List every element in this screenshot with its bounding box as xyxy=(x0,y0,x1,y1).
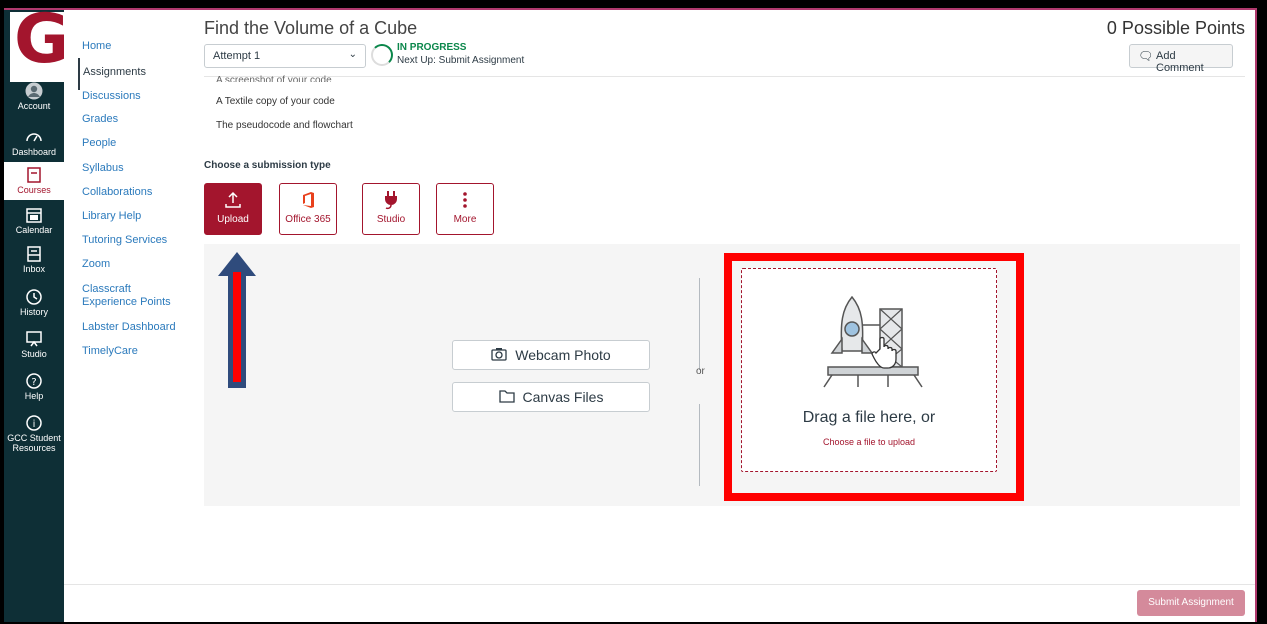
course-nav-timelycare[interactable]: TimelyCare xyxy=(82,345,202,358)
global-nav-label: Calendar xyxy=(15,225,53,235)
svg-text:?: ? xyxy=(31,377,36,388)
submit-assignment-button[interactable]: Submit Assignment xyxy=(1137,590,1245,616)
canvas-files-button[interactable]: Canvas Files xyxy=(452,382,650,412)
global-nav-label: History xyxy=(19,307,48,317)
comment-icon: 🗨 xyxy=(1138,49,1154,63)
info-icon: i xyxy=(25,414,43,432)
page-title: Find the Volume of a Cube xyxy=(204,18,418,38)
global-nav-history[interactable]: History xyxy=(4,288,64,317)
global-nav-calendar[interactable]: Calendar xyxy=(4,206,64,235)
submission-type-label: Studio xyxy=(376,214,406,225)
or-label: or xyxy=(696,366,705,377)
global-nav-label: Inbox xyxy=(22,264,46,274)
global-nav-studio[interactable]: Studio xyxy=(4,330,64,359)
requirement-item: A Textile copy of your code xyxy=(216,96,335,107)
upload-icon xyxy=(205,184,261,210)
submission-type-label: Office 365 xyxy=(285,214,331,225)
course-nav-discussions[interactable]: Discussions xyxy=(82,90,202,103)
submission-type-label: Choose a submission type xyxy=(204,160,331,171)
logo-letter: G xyxy=(14,8,70,79)
submission-type-office365[interactable]: Office 365 xyxy=(279,183,337,235)
gcc-logo[interactable]: G xyxy=(10,10,70,82)
chevron-down-icon: ⌄ xyxy=(348,49,357,60)
calendar-icon xyxy=(25,206,43,224)
annotation-highlight-box xyxy=(724,253,1024,501)
attempt-value: Attempt 1 xyxy=(213,50,261,62)
add-comment-label: Add Comment xyxy=(1156,50,1204,74)
add-comment-button[interactable]: 🗨 Add Comment xyxy=(1129,44,1233,74)
more-icon xyxy=(437,184,493,210)
attempt-select[interactable]: Attempt 1 ⌄ xyxy=(204,44,366,68)
inbox-icon xyxy=(25,245,43,263)
submission-type-more[interactable]: More xyxy=(436,183,494,235)
studio-icon xyxy=(25,330,43,348)
divider-vertical xyxy=(699,278,700,370)
svg-text:i: i xyxy=(33,419,36,430)
global-nav-label: Studio xyxy=(21,349,47,359)
app-window: G Account Dashboard Courses Calendar Inb… xyxy=(4,8,1257,622)
footer-divider xyxy=(64,584,1255,585)
global-nav-account[interactable]: Account xyxy=(4,82,64,111)
submission-type-upload[interactable]: Upload xyxy=(204,183,262,235)
global-nav-courses[interactable]: Courses xyxy=(4,162,64,200)
camera-icon xyxy=(491,342,507,370)
course-nav-grades[interactable]: Grades xyxy=(82,113,202,126)
global-nav: G Account Dashboard Courses Calendar Inb… xyxy=(4,10,70,622)
course-nav: Home Assignments Discussions Grades Peop… xyxy=(64,10,204,622)
global-nav-label: Help xyxy=(24,391,44,401)
progress-ring-icon xyxy=(371,44,393,66)
next-up-text: Next Up: Submit Assignment xyxy=(397,55,525,66)
possible-points: 0 Possible Points xyxy=(1106,18,1245,38)
course-nav-people[interactable]: People xyxy=(82,137,202,150)
course-nav-syllabus[interactable]: Syllabus xyxy=(82,162,202,175)
course-nav-classcraft[interactable]: Classcraft Experience Points xyxy=(82,283,174,309)
webcam-photo-label: Webcam Photo xyxy=(515,347,611,363)
upload-panel: Webcam Photo Canvas Files or Drag a file xyxy=(204,244,1240,506)
course-nav-collaborations[interactable]: Collaborations xyxy=(82,186,202,199)
studio-plug-icon xyxy=(363,184,419,210)
requirement-item: The pseudocode and flowchart xyxy=(216,120,353,131)
course-nav-zoom[interactable]: Zoom xyxy=(82,258,202,271)
course-nav-assignments[interactable]: Assignments xyxy=(78,58,198,90)
global-nav-label: Resources xyxy=(12,443,56,453)
requirement-clipped: A screenshot of your code xyxy=(216,75,332,82)
header-divider xyxy=(204,76,1245,77)
divider-vertical xyxy=(699,404,700,486)
global-nav-dashboard[interactable]: Dashboard xyxy=(4,128,64,157)
help-icon: ? xyxy=(25,372,43,390)
global-nav-student-resources[interactable]: i GCC Student Resources xyxy=(4,414,64,453)
global-nav-label: Dashboard xyxy=(11,147,57,157)
global-nav-label: Account xyxy=(17,101,51,111)
history-icon xyxy=(25,288,43,306)
course-nav-labster[interactable]: Labster Dashboard xyxy=(82,321,202,334)
webcam-photo-button[interactable]: Webcam Photo xyxy=(452,340,650,370)
course-nav-library-help[interactable]: Library Help xyxy=(82,210,202,223)
submission-type-label: Upload xyxy=(217,214,249,225)
office365-icon xyxy=(280,184,336,210)
submission-type-label: More xyxy=(453,214,477,225)
submission-type-studio[interactable]: Studio xyxy=(362,183,420,235)
courses-icon xyxy=(25,166,43,184)
course-nav-home[interactable]: Home xyxy=(82,40,202,53)
folder-icon xyxy=(498,384,515,412)
global-nav-help[interactable]: ? Help xyxy=(4,372,64,401)
global-nav-inbox[interactable]: Inbox xyxy=(4,245,64,274)
dashboard-icon xyxy=(25,128,43,146)
global-nav-label: GCC Student xyxy=(7,433,61,443)
global-nav-label: Courses xyxy=(17,185,51,195)
status-text: IN PROGRESS xyxy=(397,42,467,53)
account-icon xyxy=(25,82,43,100)
annotation-arrow-icon xyxy=(218,252,256,388)
canvas-files-label: Canvas Files xyxy=(522,389,604,405)
course-nav-tutoring[interactable]: Tutoring Services xyxy=(82,234,202,247)
